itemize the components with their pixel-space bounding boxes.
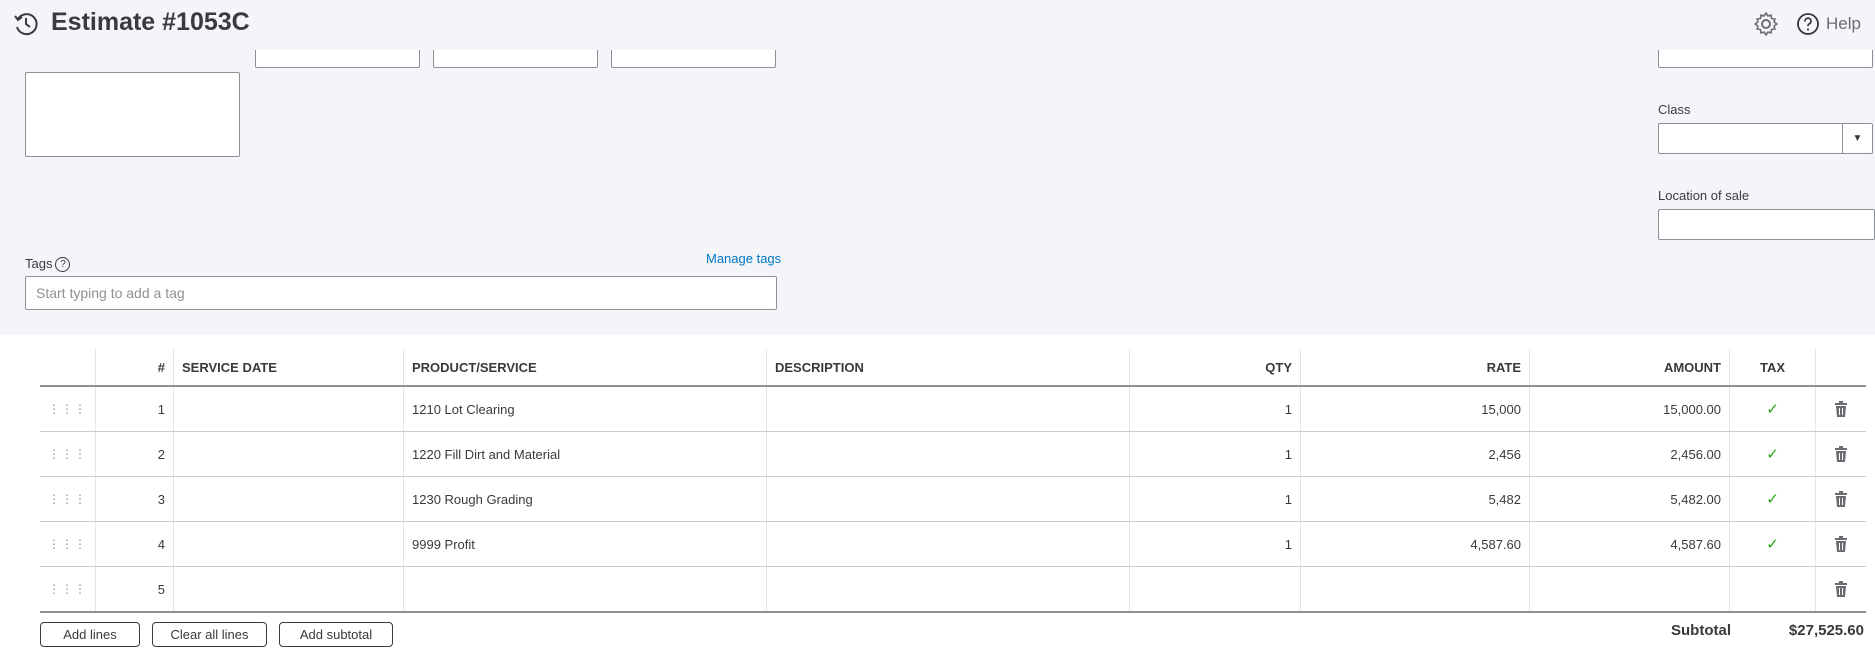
header-actions [1815, 349, 1866, 387]
location-of-sale-input[interactable] [1658, 209, 1875, 240]
service-date-cell[interactable] [173, 476, 404, 522]
help-circle-icon [1797, 13, 1819, 35]
tags-label: Tags? [25, 256, 71, 273]
help-label: Help [1826, 14, 1861, 33]
table-row[interactable]: ⋮⋮⋮ 2 1220 Fill Dirt and Material 1 2,45… [40, 431, 1866, 477]
header-qty: QTY [1129, 349, 1301, 387]
product-cell[interactable]: 1220 Fill Dirt and Material [403, 431, 767, 477]
page-header: Estimate #1053C Help [0, 0, 1875, 50]
header-description: DESCRIPTION [766, 349, 1130, 387]
description-cell[interactable] [766, 566, 1130, 613]
rate-cell[interactable]: 4,587.60 [1300, 521, 1530, 567]
table-row[interactable]: ⋮⋮⋮ 3 1230 Rough Grading 1 5,482 5,482.0… [40, 476, 1866, 522]
location-label: Location of sale [1658, 188, 1750, 203]
rate-cell[interactable] [1300, 566, 1530, 613]
product-cell[interactable]: 1230 Rough Grading [403, 476, 767, 522]
question-icon[interactable]: ? [55, 257, 71, 273]
drag-handle-icon[interactable]: ⋮⋮⋮ [40, 431, 96, 477]
gear-icon[interactable] [1752, 10, 1780, 38]
table-row[interactable]: ⋮⋮⋮ 1 1210 Lot Clearing 1 15,000 15,000.… [40, 386, 1866, 432]
date-field-2[interactable] [433, 50, 598, 68]
chevron-down-icon[interactable]: ▼ [1842, 124, 1872, 153]
tax-check-icon[interactable]: ✓ [1729, 476, 1816, 522]
tax-check-icon[interactable]: ✓ [1729, 431, 1816, 477]
trash-icon[interactable] [1815, 476, 1866, 522]
clear-all-lines-button[interactable]: Clear all lines [152, 622, 267, 647]
description-cell[interactable] [766, 386, 1130, 432]
qty-cell[interactable]: 1 [1129, 386, 1301, 432]
service-date-cell[interactable] [173, 431, 404, 477]
trash-icon[interactable] [1815, 386, 1866, 432]
drag-handle-icon[interactable]: ⋮⋮⋮ [40, 566, 96, 613]
description-cell[interactable] [766, 476, 1130, 522]
line-items-table: # SERVICE DATE PRODUCT/SERVICE DESCRIPTI… [40, 349, 1866, 613]
row-number: 5 [95, 566, 174, 613]
trash-icon[interactable] [1815, 521, 1866, 567]
row-number: 2 [95, 431, 174, 477]
header-amount: AMOUNT [1529, 349, 1730, 387]
tags-input[interactable]: Start typing to add a tag [25, 276, 777, 310]
tax-check-icon[interactable]: ✓ [1729, 386, 1816, 432]
header-drag [40, 349, 96, 387]
date-field-1[interactable] [255, 50, 420, 68]
table-row[interactable]: ⋮⋮⋮ 5 [40, 566, 1866, 613]
amount-cell[interactable]: 5,482.00 [1529, 476, 1730, 522]
history-icon[interactable] [12, 10, 40, 38]
qty-cell[interactable] [1129, 566, 1301, 613]
qty-cell[interactable]: 1 [1129, 431, 1301, 477]
amount-cell[interactable]: 4,587.60 [1529, 521, 1730, 567]
header-rate: RATE [1300, 349, 1530, 387]
amount-cell[interactable]: 15,000.00 [1529, 386, 1730, 432]
drag-handle-icon[interactable]: ⋮⋮⋮ [40, 386, 96, 432]
rate-cell[interactable]: 2,456 [1300, 431, 1530, 477]
qty-cell[interactable]: 1 [1129, 476, 1301, 522]
service-date-cell[interactable] [173, 521, 404, 567]
class-select[interactable]: ▼ [1658, 123, 1873, 154]
row-number: 4 [95, 521, 174, 567]
add-subtotal-button[interactable]: Add subtotal [279, 622, 393, 647]
page-title: Estimate #1053C [51, 8, 250, 36]
date-field-3[interactable] [611, 50, 776, 68]
description-cell[interactable] [766, 431, 1130, 477]
table-header-row: # SERVICE DATE PRODUCT/SERVICE DESCRIPTI… [40, 349, 1866, 387]
drag-handle-icon[interactable]: ⋮⋮⋮ [40, 476, 96, 522]
header-number: # [95, 349, 174, 387]
address-textarea[interactable] [25, 72, 240, 157]
rate-cell[interactable]: 5,482 [1300, 476, 1530, 522]
trash-icon[interactable] [1815, 431, 1866, 477]
row-number: 3 [95, 476, 174, 522]
qty-cell[interactable]: 1 [1129, 521, 1301, 567]
tax-check-icon[interactable]: ✓ [1729, 521, 1816, 567]
add-lines-button[interactable]: Add lines [40, 622, 140, 647]
tax-check-icon[interactable] [1729, 566, 1816, 613]
product-cell[interactable]: 9999 Profit [403, 521, 767, 567]
table-row[interactable]: ⋮⋮⋮ 4 9999 Profit 1 4,587.60 4,587.60 ✓ [40, 521, 1866, 567]
right-field-top[interactable] [1658, 50, 1873, 68]
subtotal-label: Subtotal [1671, 622, 1731, 639]
help-button[interactable]: Help [1796, 10, 1861, 38]
manage-tags-link[interactable]: Manage tags [706, 251, 781, 266]
product-cell[interactable] [403, 566, 767, 613]
subtotal-value: $27,525.60 [1788, 622, 1864, 639]
header-service-date: SERVICE DATE [173, 349, 404, 387]
header-tax: TAX [1729, 349, 1816, 387]
amount-cell[interactable]: 2,456.00 [1529, 431, 1730, 477]
tags-label-text: Tags [25, 256, 53, 271]
service-date-cell[interactable] [173, 566, 404, 613]
trash-icon[interactable] [1815, 566, 1866, 613]
rate-cell[interactable]: 15,000 [1300, 386, 1530, 432]
amount-cell[interactable] [1529, 566, 1730, 613]
header-product-service: PRODUCT/SERVICE [403, 349, 767, 387]
description-cell[interactable] [766, 521, 1130, 567]
product-cell[interactable]: 1210 Lot Clearing [403, 386, 767, 432]
service-date-cell[interactable] [173, 386, 404, 432]
drag-handle-icon[interactable]: ⋮⋮⋮ [40, 521, 96, 567]
class-label: Class [1658, 102, 1691, 117]
row-number: 1 [95, 386, 174, 432]
